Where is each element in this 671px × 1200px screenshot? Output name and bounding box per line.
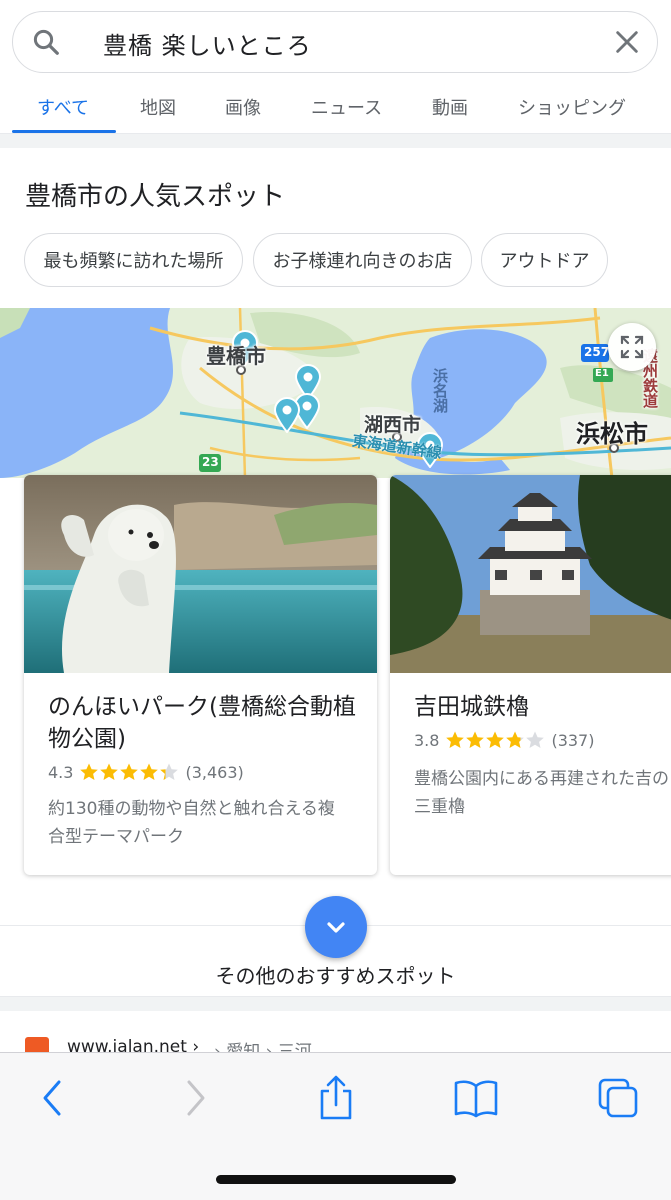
map[interactable]: 豊橋市 湖西市 浜松市 浜名湖 東海道新幹線 23 257 E1 遠州鉄道	[0, 308, 671, 478]
divider	[0, 134, 671, 148]
tab-images[interactable]: 画像	[225, 94, 261, 120]
tabs-button[interactable]	[593, 1073, 643, 1123]
search-bar[interactable]: 豊橋 楽しいところ	[12, 11, 658, 73]
tabs-icon	[598, 1078, 638, 1118]
tab-maps[interactable]: 地図	[140, 94, 176, 120]
castle-photo	[390, 475, 671, 673]
clear-icon[interactable]	[613, 28, 641, 56]
chevron-right-icon	[187, 1080, 205, 1116]
star-icon	[120, 763, 139, 780]
result-site[interactable]: www.jalan.net ›	[67, 1037, 199, 1053]
search-query[interactable]: 豊橋 楽しいところ	[103, 26, 312, 61]
star-icon	[526, 731, 545, 748]
jalan-favicon-icon	[25, 1037, 49, 1053]
chevron-down-icon	[327, 922, 345, 933]
review-count[interactable]: (337)	[551, 731, 594, 750]
route-257-shield: 257	[584, 345, 610, 359]
star-icon	[506, 731, 525, 748]
star-icon	[160, 763, 179, 780]
chip-most-visited[interactable]: 最も頻繁に訪れた場所	[24, 233, 243, 287]
forward-button[interactable]	[171, 1073, 221, 1123]
rating-row: 4.3 (3,463)	[48, 762, 244, 782]
chevron-left-icon	[43, 1080, 61, 1116]
section-title: 豊橋市の人気スポット	[25, 182, 286, 212]
search-icon[interactable]	[31, 27, 61, 57]
star-icon	[140, 763, 159, 780]
chip-kid-friendly[interactable]: お子様連れ向きのお店	[253, 233, 472, 287]
rating-value: 4.3	[48, 762, 74, 782]
screen: 豊橋 楽しいところ すべて 地図 画像 ニュース 動画 ショッピング 豊橋市の人…	[0, 0, 671, 1200]
result-breadcrumb: › 愛知 › 三河	[214, 1042, 312, 1053]
tab-all[interactable]: すべて	[37, 94, 89, 120]
more-spots-label[interactable]: その他のおすすめスポット	[0, 960, 671, 989]
chip-outdoor[interactable]: アウトドア	[481, 233, 608, 287]
search-result[interactable]: www.jalan.net › › 愛知 › 三河	[0, 1011, 671, 1053]
star-icon	[486, 731, 505, 748]
share-button[interactable]	[311, 1073, 361, 1123]
route-23-shield: 23	[202, 455, 219, 469]
map-label-hamamatsu: 浜松市	[576, 420, 648, 448]
bookmarks-button[interactable]	[451, 1073, 501, 1123]
more-spots-button[interactable]	[305, 896, 367, 958]
map-expand-button[interactable]	[608, 323, 656, 371]
tab-videos[interactable]: 動画	[432, 94, 468, 120]
star-icon	[446, 731, 465, 748]
place-card-nonhoi-park[interactable]: のんほいパーク(豊橋総合動植物公園) 4.3 (3,463) 約130種の動物や…	[24, 475, 377, 875]
tab-news[interactable]: ニュース	[311, 94, 382, 120]
place-name[interactable]: 吉田城鉄櫓	[414, 691, 671, 723]
star-icon	[466, 731, 485, 748]
rating-row: 3.8 (337)	[414, 730, 594, 750]
home-indicator[interactable]	[216, 1175, 456, 1184]
star-icon	[100, 763, 119, 780]
place-name[interactable]: のんほいパーク(豊橋総合動植物公園)	[48, 691, 368, 755]
place-description: 約130種の動物や自然と触れ合える複合型テーマパーク	[48, 799, 335, 847]
review-count[interactable]: (3,463)	[185, 763, 243, 782]
expand-icon	[620, 335, 644, 359]
star-icon	[80, 763, 99, 780]
tab-shopping[interactable]: ショッピング	[518, 94, 626, 120]
route-e1-shield: E1	[595, 368, 609, 379]
polar-bear-photo	[24, 475, 377, 673]
search-tabs: すべて 地図 画像 ニュース 動画 ショッピング	[0, 84, 671, 134]
place-card-yoshida-castle[interactable]: 吉田城鉄櫓 3.8 (337) 豊橋公園内にある再建された吉の三重櫓	[390, 475, 671, 875]
star-rating	[445, 730, 545, 750]
divider	[0, 997, 671, 1011]
share-icon	[320, 1075, 352, 1120]
map-label-toyohashi: 豊橋市	[206, 344, 266, 368]
book-icon	[454, 1080, 498, 1118]
rating-value: 3.8	[414, 730, 440, 750]
star-rating	[79, 762, 179, 782]
place-description: 豊橋公園内にある再建された吉の三重櫓	[414, 769, 669, 817]
map-label-lake: 浜名湖	[431, 368, 449, 413]
active-tab-indicator	[12, 130, 116, 133]
map-pin-icon[interactable]	[273, 397, 301, 433]
back-button[interactable]	[27, 1073, 77, 1123]
